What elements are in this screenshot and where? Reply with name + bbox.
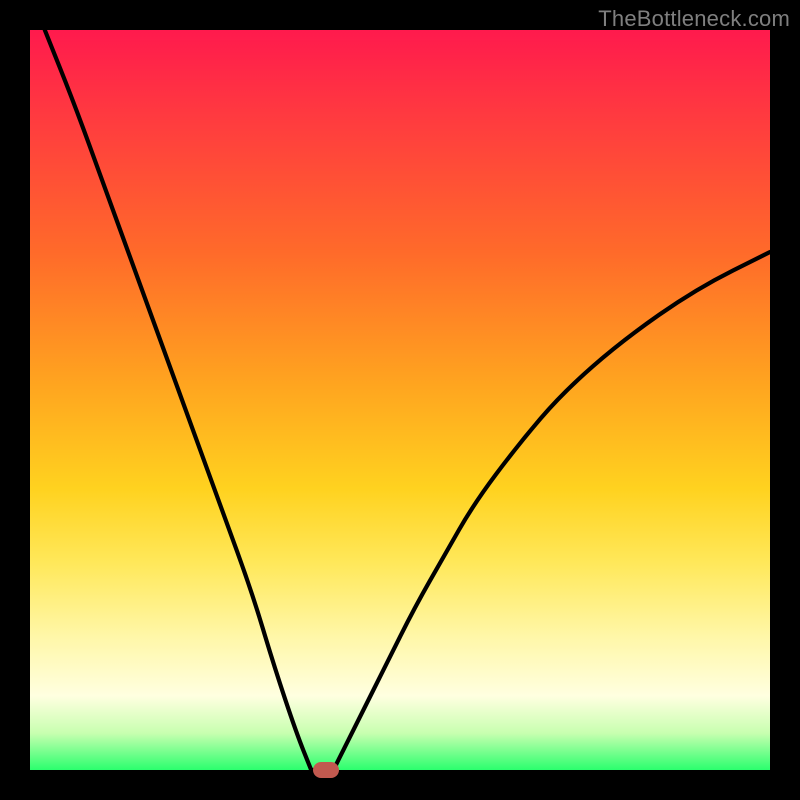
chart-plot-area — [30, 30, 770, 770]
watermark-text: TheBottleneck.com — [598, 6, 790, 32]
chart-frame: TheBottleneck.com — [0, 0, 800, 800]
optimal-point-marker — [313, 762, 339, 778]
bottleneck-curve — [30, 30, 770, 770]
curve-path — [45, 30, 770, 770]
